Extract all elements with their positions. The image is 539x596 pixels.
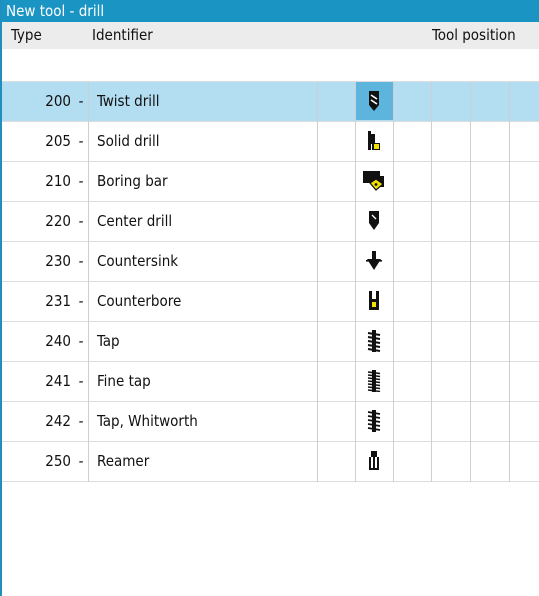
tool-identifier: Solid drill (97, 132, 160, 150)
tool-type-list: 200- Twist drill 205- Solid drill 210- Boring… (2, 82, 539, 482)
tool-identifier: Tap, Whitworth (97, 412, 198, 430)
tool-identifier: Countersink (97, 252, 179, 270)
tool-type-separator: - (78, 212, 84, 230)
column-header-type: Type (11, 26, 42, 44)
boring-bar-icon (355, 162, 393, 200)
tool-type-row[interactable]: 210- Boring bar (2, 162, 539, 202)
tool-type-number: 210 (45, 172, 71, 190)
tool-type-number: 242 (45, 412, 71, 430)
tool-type-row[interactable]: 200- Twist drill (2, 82, 539, 122)
tool-identifier: Boring bar (97, 172, 168, 190)
tool-type-number: 200 (45, 92, 71, 110)
tool-type-row[interactable]: 220- Center drill (2, 202, 539, 242)
tap-whitworth-icon (355, 402, 393, 440)
solid-drill-icon (355, 122, 393, 160)
countersink-icon (355, 242, 393, 280)
header-divider (2, 81, 539, 82)
tap-icon (355, 322, 393, 360)
tool-type-number: 230 (45, 252, 71, 270)
column-header-identifier: Identifier (92, 26, 153, 44)
twist-drill-icon (355, 82, 393, 120)
tool-type-number: 250 (45, 452, 71, 470)
new-tool-drill-dialog: New tool - drill Type Identifier Tool po… (0, 0, 539, 596)
window-title: New tool - drill (2, 0, 539, 22)
tool-identifier: Center drill (97, 212, 173, 230)
tool-identifier: Fine tap (97, 372, 151, 390)
tool-identifier: Reamer (97, 452, 150, 470)
tool-type-separator: - (78, 452, 84, 470)
grid-divider (431, 82, 432, 482)
tool-type-number: 241 (45, 372, 71, 390)
tool-type-row[interactable]: 230- Countersink (2, 242, 539, 282)
grid-divider (393, 82, 394, 482)
tool-type-separator: - (78, 332, 84, 350)
tool-type-separator: - (78, 92, 84, 110)
tool-type-row[interactable]: 205- Solid drill (2, 122, 539, 162)
tool-type-row[interactable]: 242- Tap, Whitworth (2, 402, 539, 442)
tool-identifier: Counterbore (97, 292, 182, 310)
reamer-icon (355, 442, 393, 480)
column-header-tool-position: Tool position (432, 26, 516, 44)
tool-type-separator: - (78, 252, 84, 270)
grid-divider (470, 82, 471, 482)
grid-divider (88, 82, 89, 482)
center-drill-icon (355, 202, 393, 240)
table-header: Type Identifier Tool position (2, 22, 539, 49)
tool-type-separator: - (78, 292, 84, 310)
counterbore-icon (355, 282, 393, 320)
grid-divider (317, 82, 318, 482)
tool-identifier: Tap (97, 332, 120, 350)
tool-type-number: 240 (45, 332, 71, 350)
tool-type-separator: - (78, 172, 84, 190)
tool-identifier: Twist drill (97, 92, 160, 110)
tool-type-number: 205 (45, 132, 71, 150)
tool-type-separator: - (78, 132, 84, 150)
tool-type-number: 231 (45, 292, 71, 310)
tool-type-separator: - (78, 372, 84, 390)
fine-tap-icon (355, 362, 393, 400)
tool-type-row[interactable]: 240- Tap (2, 322, 539, 362)
tool-type-separator: - (78, 412, 84, 430)
tool-type-row[interactable]: 241- Fine tap (2, 362, 539, 402)
grid-divider (355, 82, 356, 482)
tool-type-number: 220 (45, 212, 71, 230)
tool-type-row[interactable]: 231- Counterbore (2, 282, 539, 322)
tool-type-row[interactable]: 250- Reamer (2, 442, 539, 482)
grid-divider (509, 82, 510, 482)
